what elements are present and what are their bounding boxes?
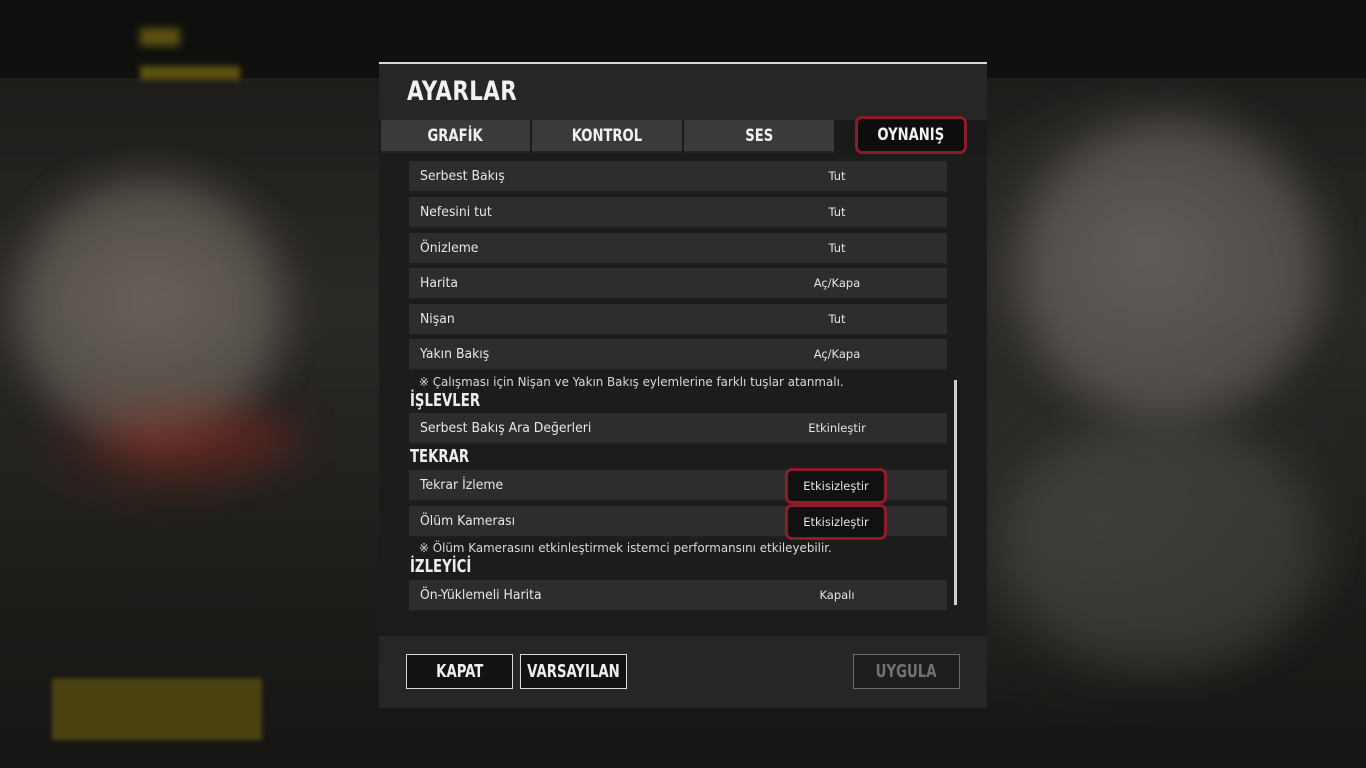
setting-name: Ölüm Kamerası [420,513,516,529]
setting-name: Tekrar İzleme [420,477,504,493]
default-button-label: VARSAYILAN [527,661,620,682]
setting-row-replay[interactable]: Tekrar İzleme Etkisizleştir [409,468,947,504]
setting-name: Önizleme [420,240,479,256]
settings-tabs: GRAFİK KONTROL SES OYNANIŞ [379,116,971,154]
setting-name: Harita [420,275,458,291]
tab-gameplay-label: OYNANIŞ [877,125,945,145]
setting-row-preload-map[interactable]: Ön-Yüklemeli Harita Kapalı [409,580,947,612]
tab-controls[interactable]: KONTROL [532,120,682,153]
tab-graphics[interactable]: GRAFİK [381,120,530,153]
close-button-label: KAPAT [435,661,484,682]
setting-value[interactable]: Tut [787,169,887,183]
setting-row-hold-breath[interactable]: Nefesini tut Tut [409,197,947,229]
tab-sound-label: SES [745,125,773,146]
setting-name: Nişan [420,311,455,327]
setting-row-free-look-interpolation[interactable]: Serbest Bakış Ara Değerleri Etkinleştir [409,413,947,445]
section-title-spectator: İZLEYİCİ [410,556,472,577]
dialog-header: AYARLAR [379,64,987,120]
setting-value[interactable]: Etkinleştir [787,421,887,435]
setting-value-highlighted[interactable]: Etkisizleştir [785,468,887,504]
setting-value[interactable]: Tut [787,241,887,255]
content-scrollbar[interactable] [954,380,957,605]
setting-name: Yakın Bakış [420,346,490,362]
setting-name: Ön-Yüklemeli Harita [420,587,542,603]
setting-row-death-cam[interactable]: Ölüm Kamerası Etkisizleştir [409,504,947,540]
section-title-functions: İŞLEVLER [410,390,481,411]
setting-name: Nefesini tut [420,204,492,220]
setting-value[interactable]: Tut [787,205,887,219]
setting-row-aim[interactable]: Nişan Tut [409,304,947,336]
tab-gameplay[interactable]: OYNANIŞ [855,116,967,154]
apply-button[interactable]: UYGULA [853,654,960,689]
tab-graphics-label: GRAFİK [427,125,484,146]
setting-name: Serbest Bakış [420,168,505,184]
setting-row-free-look[interactable]: Serbest Bakış Tut [409,161,947,193]
apply-button-label: UYGULA [876,661,937,682]
setting-name: Serbest Bakış Ara Değerleri [420,420,592,436]
dialog-title: AYARLAR [407,76,518,107]
setting-value[interactable]: Aç/Kapa [787,347,887,361]
setting-value[interactable]: Tut [787,312,887,326]
setting-value-highlighted[interactable]: Etkisizleştir [785,504,887,540]
setting-row-close-look[interactable]: Yakın Bakış Aç/Kapa [409,339,947,371]
settings-dialog: AYARLAR GRAFİK KONTROL SES OYNANIŞ Serbe… [379,62,987,708]
death-cam-note: ※ Ölüm Kamerasını etkinleştirmek istemci… [419,540,832,555]
setting-value[interactable]: Aç/Kapa [787,276,887,290]
keybind-note: ※ Çalışması için Nişan ve Yakın Bakış ey… [419,374,844,389]
section-title-replay: TEKRAR [410,446,470,467]
tab-sound[interactable]: SES [684,120,834,153]
setting-value[interactable]: Kapalı [787,588,887,602]
default-button[interactable]: VARSAYILAN [520,654,627,689]
close-button[interactable]: KAPAT [406,654,513,689]
tab-controls-label: KONTROL [571,125,643,146]
settings-content: Serbest Bakış Tut Nefesini tut Tut Önizl… [379,154,987,632]
dialog-footer: KAPAT VARSAYILAN UYGULA [379,636,987,708]
setting-row-map[interactable]: Harita Aç/Kapa [409,268,947,300]
setting-row-preview[interactable]: Önizleme Tut [409,233,947,265]
